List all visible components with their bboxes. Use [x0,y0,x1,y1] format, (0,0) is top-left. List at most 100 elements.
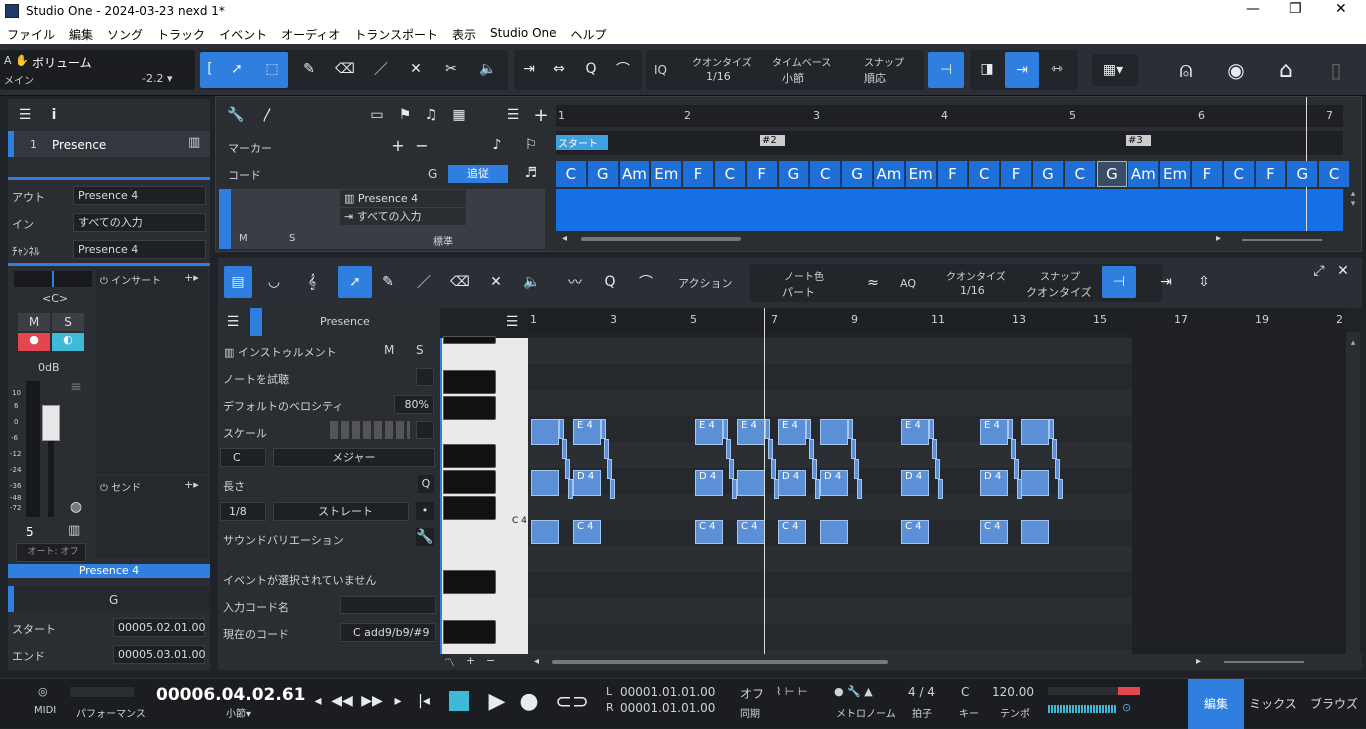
follow-button[interactable]: 追従 [448,165,508,183]
chord-event[interactable]: C [1064,161,1096,187]
track-header[interactable]: 1 Presence ▥ [8,131,210,157]
note-c4[interactable]: C 4 [901,520,929,544]
note-short[interactable] [562,439,567,459]
split-view-icon[interactable]: ⇿ [1044,56,1070,82]
note-d4[interactable]: D 4 [980,470,1008,496]
note-d4[interactable]: D 4 [573,470,601,496]
chord-event[interactable]: C [969,161,1001,187]
note-short[interactable] [723,419,728,439]
note-short[interactable] [806,419,811,439]
black-key[interactable] [443,396,496,420]
marker-flag-icon[interactable]: ⚑ [394,105,416,125]
pencil-tool-icon[interactable]: ✎ [298,58,320,80]
note-short[interactable] [812,459,817,479]
note-short[interactable] [1011,439,1016,459]
note-short[interactable] [1055,459,1060,479]
range-select-icon[interactable]: ⬚ [261,58,283,80]
note-short[interactable] [765,419,770,439]
arranger-icon[interactable]: ▦ [448,105,470,125]
menu-view[interactable]: 表示 [445,22,483,44]
length-quantize-button[interactable]: Q [418,475,434,493]
chord-event[interactable]: G [1287,161,1319,187]
channel-select[interactable]: Presence 4 [73,240,206,259]
editor-mute-button[interactable]: M [384,343,394,357]
metronome-tool-icon[interactable]: ⌒ [612,58,634,80]
black-key[interactable] [443,620,496,644]
editor-vscroll[interactable]: ▴ [1346,332,1360,654]
wrench-icon[interactable]: 🔧 [226,105,246,125]
edit-view-button[interactable]: 編集 [1188,679,1244,729]
home-icon[interactable]: ⌂ [1272,56,1300,84]
stretch-icon[interactable]: ⇔ [548,58,570,80]
arrange-vscroll[interactable]: ▴ ▾ [1347,189,1359,231]
loop-right-value[interactable]: 00001.01.01.00 [620,701,715,715]
menu-file[interactable]: ファイル [0,22,62,44]
chord-event[interactable]: C [1223,161,1255,187]
list-icon[interactable]: ☰ [14,105,36,125]
play-button[interactable]: ▶ [484,687,510,715]
bracket-icon[interactable]: [ [203,58,217,80]
scroll-right-arrow[interactable]: ▸ [1216,233,1221,244]
drum-editor-icon[interactable]: ◡ [262,270,286,294]
editor-quantize-icon[interactable]: Q [598,270,622,294]
note-e4[interactable]: E 4 [573,419,601,445]
loop-follow-icon[interactable]: ◨ [974,56,1000,82]
instrument-track[interactable]: ▥ Presence 4 ⇥ すべての入力 M S 標準 [219,189,545,249]
sync-icon[interactable]: ◉ [1222,56,1250,84]
menu-event[interactable]: イベント [212,22,274,44]
note-e4[interactable] [531,419,559,445]
velocity-icon[interactable]: ≈ [862,272,884,294]
note-e4[interactable]: E 4 [778,419,806,445]
note-c4[interactable]: C 4 [573,520,601,544]
chord-edit-icon[interactable]: ♬ [522,163,540,183]
velocity-field[interactable]: 80% [394,395,434,414]
note-d4[interactable]: D 4 [901,470,929,496]
add-send-button[interactable]: +▸ [184,478,199,491]
track-standard[interactable]: 標準 [433,233,453,248]
black-key[interactable] [443,470,496,494]
note-c4[interactable] [1021,520,1049,544]
instrument-lane[interactable] [556,189,1343,231]
loop-button[interactable]: ⊂⊃ [552,687,592,715]
chord-event[interactable]: Em [905,161,937,187]
chord-event[interactable]: C [810,161,842,187]
note-short[interactable] [857,479,862,499]
input-chord-field[interactable] [340,596,436,614]
note-short[interactable] [1008,419,1013,439]
note-short[interactable] [935,459,940,479]
note-short[interactable] [851,439,856,459]
editor-eraser-icon[interactable]: ⌫ [448,270,472,294]
time-unit-select[interactable]: 小節▾ [226,705,251,720]
piano-roll-empty[interactable] [1132,332,1346,654]
autoscroll-button[interactable]: ⇥ [1005,52,1039,88]
note-c4[interactable] [531,520,559,544]
chord-event[interactable]: F [1001,161,1032,187]
note-c4[interactable]: C 4 [695,520,723,544]
go-to-start-button[interactable]: |◂ [414,691,434,711]
note-short[interactable] [565,459,570,479]
sync-off[interactable]: オフ [740,685,764,702]
editor-zoom-slider[interactable] [1224,661,1304,663]
editor-scroll-right[interactable]: ▸ [1196,656,1201,667]
note-short[interactable] [559,419,564,439]
close-button[interactable]: ✕ [1335,1,1347,17]
length-select[interactable]: 1/8 [220,502,266,521]
note-c4[interactable]: C 4 [737,520,765,544]
volume-display[interactable]: A ✋ ボリューム メイン -2.2 ▾ [0,50,195,90]
editor-split-icon[interactable]: ⇳ [1192,270,1216,294]
detach-icon[interactable]: ⤢ [1310,262,1328,280]
note-e4[interactable] [820,419,848,445]
mute-button[interactable]: M [18,313,50,331]
note-short[interactable] [809,439,814,459]
split-tool-icon[interactable]: ✂ [440,58,462,80]
score-editor-icon[interactable]: 𝄞 [300,270,324,294]
key-value[interactable]: C [961,685,969,699]
note-e4[interactable]: E 4 [695,419,723,445]
editor-follow-icon[interactable]: ⇥ [1154,270,1178,294]
add-marker-button[interactable]: + [390,135,406,155]
start-field[interactable]: 00005.02.01.00 [113,618,205,637]
end-field[interactable]: 00005.03.01.00 [113,645,205,664]
note-short[interactable] [848,419,853,439]
flag-icon[interactable]: ⚐ [522,135,540,155]
automation-icon[interactable]: ◍ [66,497,86,517]
